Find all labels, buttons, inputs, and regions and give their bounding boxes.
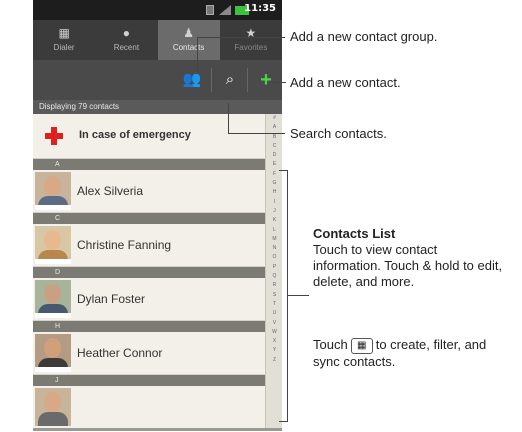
contact-row[interactable]: Christine Fanning: [33, 224, 265, 267]
tab-dialer[interactable]: ▦ Dialer: [33, 20, 95, 60]
index-letter[interactable]: H: [266, 188, 282, 197]
index-letter[interactable]: T: [266, 300, 282, 309]
contact-row[interactable]: Dylan Foster: [33, 278, 265, 321]
status-time: 11:35: [244, 3, 276, 14]
section-header: C: [33, 213, 265, 224]
index-letter[interactable]: C: [266, 142, 282, 151]
callout-touch-prefix: Touch: [313, 337, 348, 352]
phone-screen: 11:35 ▦ Dialer ● Recent ♟ Contacts ★ Fav…: [33, 0, 282, 431]
callout-line: [270, 82, 286, 83]
tab-label: Favorites: [234, 43, 268, 52]
tab-label: Dialer: [53, 43, 75, 52]
index-letter[interactable]: R: [266, 281, 282, 290]
callout-line: [197, 37, 285, 38]
index-letter[interactable]: S: [266, 291, 282, 300]
contact-name: Heather Connor: [77, 346, 163, 360]
callout-line: [197, 37, 198, 73]
contact-row[interactable]: [33, 386, 265, 428]
callout-line: [228, 133, 285, 134]
index-letter[interactable]: X: [266, 337, 282, 346]
tab-label: Contacts: [172, 43, 205, 52]
alphabet-index[interactable]: # A B C D E F G H I J K L M N O P Q R S T U V W X Y Z: [265, 114, 282, 428]
index-letter[interactable]: #: [266, 114, 282, 123]
action-bar: 👥 ⌕ +: [33, 60, 282, 100]
bracket-line: [279, 421, 288, 422]
tab-label: Recent: [113, 43, 140, 52]
section-header: H: [33, 321, 265, 332]
tab-contacts[interactable]: ♟ Contacts: [157, 20, 220, 60]
index-letter[interactable]: E: [266, 160, 282, 169]
contact-name: Christine Fanning: [77, 238, 172, 252]
search-icon[interactable]: ⌕: [219, 70, 241, 90]
index-letter[interactable]: P: [266, 263, 282, 272]
emergency-contacts-item[interactable]: In case of emergency: [33, 114, 265, 159]
callout-list-body: Touch to view contact information. Touch…: [313, 242, 503, 289]
tab-favorites[interactable]: ★ Favorites: [220, 20, 282, 60]
callout-contacts-list: Contacts List Touch to view contact info…: [313, 226, 503, 290]
section-header: J: [33, 375, 265, 386]
index-letter[interactable]: K: [266, 216, 282, 225]
action-divider: [211, 68, 212, 92]
sim-icon: [206, 5, 214, 15]
clock-icon: ●: [122, 26, 130, 40]
bracket-line: [279, 170, 288, 171]
tab-bar: ▦ Dialer ● Recent ♟ Contacts ★ Favorites: [33, 20, 282, 60]
bracket-line: [287, 170, 288, 422]
index-letter[interactable]: U: [266, 309, 282, 318]
index-letter[interactable]: Y: [266, 346, 282, 355]
index-letter[interactable]: I: [266, 198, 282, 207]
callout-add-group: Add a new contact group.: [290, 29, 438, 44]
bracket-line: [287, 295, 309, 296]
contact-row[interactable]: Heather Connor: [33, 332, 265, 375]
index-letter[interactable]: D: [266, 151, 282, 160]
tab-recent[interactable]: ● Recent: [95, 20, 157, 60]
index-letter[interactable]: W: [266, 328, 282, 337]
emergency-label: In case of emergency: [79, 129, 191, 141]
index-letter[interactable]: G: [266, 179, 282, 188]
index-letter[interactable]: N: [266, 244, 282, 253]
callout-search: Search contacts.: [290, 126, 387, 141]
contact-count: Displaying 79 contacts: [33, 100, 282, 114]
signal-icon: [219, 5, 231, 15]
action-divider: [247, 68, 248, 92]
avatar: [35, 388, 71, 426]
avatar: [35, 334, 71, 372]
callout-touch-menu: Touch ▦ to create, filter, and sync contac…: [313, 337, 493, 370]
index-letter[interactable]: V: [266, 319, 282, 328]
contact-name: Dylan Foster: [77, 292, 146, 306]
contact-name: Alex Silveria: [77, 184, 144, 198]
status-bar: 11:35: [33, 0, 282, 20]
section-header: D: [33, 267, 265, 278]
index-letter[interactable]: M: [266, 235, 282, 244]
index-letter[interactable]: Z: [266, 356, 282, 365]
dialpad-icon: ▦: [58, 26, 70, 40]
index-letter[interactable]: Q: [266, 272, 282, 281]
avatar: [35, 280, 71, 318]
avatar: [35, 172, 71, 210]
emergency-cross-icon: [45, 127, 63, 145]
index-letter[interactable]: F: [266, 170, 282, 179]
avatar: [35, 226, 71, 264]
index-letter[interactable]: A: [266, 123, 282, 132]
contact-group-icon[interactable]: 👥: [181, 70, 203, 90]
index-letter[interactable]: O: [266, 253, 282, 262]
index-letter[interactable]: J: [266, 207, 282, 216]
index-letter[interactable]: L: [266, 226, 282, 235]
callout-add-contact: Add a new contact.: [290, 75, 401, 90]
callout-list-title: Contacts List: [313, 226, 396, 241]
contact-row[interactable]: Alex Silveria: [33, 170, 265, 213]
add-contact-icon[interactable]: +: [255, 70, 277, 90]
menu-key-icon: ▦: [350, 337, 373, 354]
section-header: A: [33, 159, 265, 170]
callout-line: [228, 103, 229, 133]
